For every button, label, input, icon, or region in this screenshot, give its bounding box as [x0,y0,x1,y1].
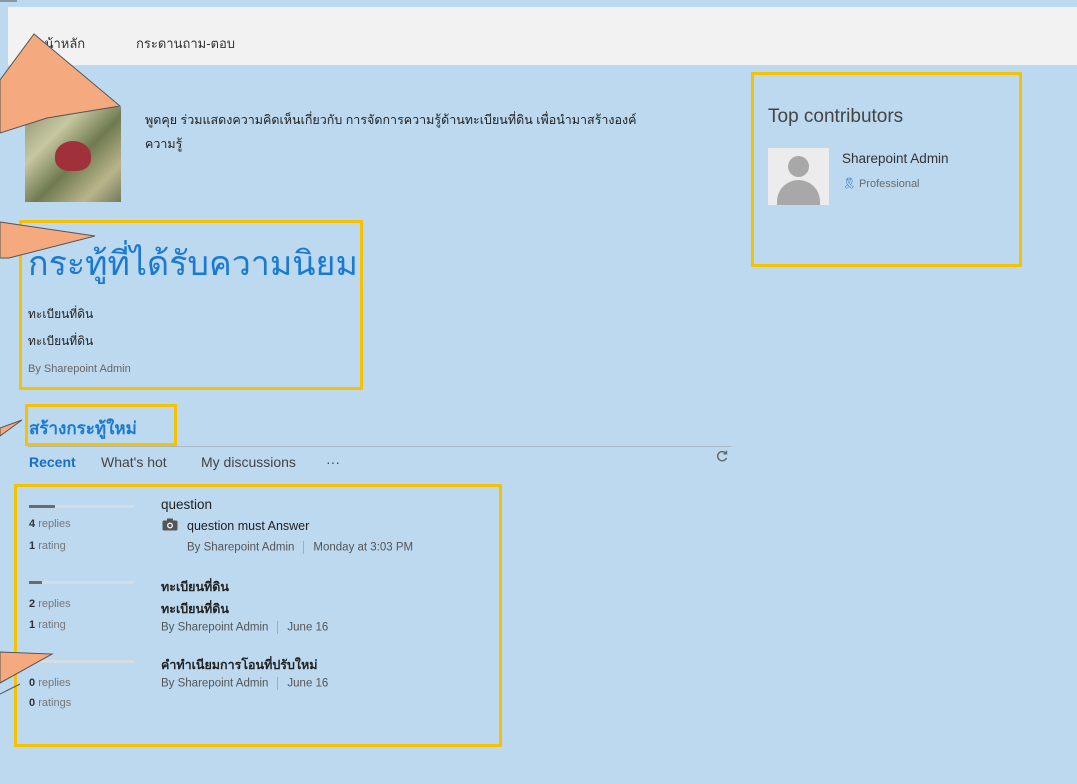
new-discussion-link[interactable]: สร้างกระทู้ใหม่ [29,415,137,442]
reply-count-number: 4 [29,518,36,530]
activity-bar-fill [29,505,55,508]
popular-post-byline: By Sharepoint Admin [28,363,131,375]
discussion-title[interactable]: คำทำเนียมการโอนที่ปรับใหม่ [161,655,318,675]
discussion-date: Monday at 3:03 PM [313,541,414,554]
rating-count-label: ratings [38,697,72,709]
activity-bar-fill [29,581,42,584]
discussion-title[interactable]: question [161,497,212,512]
reply-count: 2 replies [29,598,71,610]
tab-my-discussions[interactable]: My discussions [201,454,296,470]
rating-count-label: rating [38,619,66,631]
site-image [25,107,121,202]
site-description-line-1: พูดคุย ร่วมแสดงความคิดเห็นเกี่ยวกับ การจ… [145,113,637,127]
discussion-body: question must Answer [187,519,310,533]
discussion-meta: By Sharepoint Admin Monday at 3:03 PM [187,541,413,554]
rating-count-number: 1 [29,540,36,552]
activity-bar-fill [29,660,33,663]
discussion-title[interactable]: ทะเบียนที่ดิน [161,577,229,597]
contributor-badge-label: Professional [858,178,920,190]
site-description: พูดคุย ร่วมแสดงความคิดเห็นเกี่ยวกับ การจ… [145,108,735,156]
discussion-meta: By Sharepoint Admin June 16 [161,621,328,634]
refresh-icon[interactable] [715,449,729,463]
rating-count-label: rating [38,540,66,552]
avatar[interactable] [768,148,829,205]
reply-count-label: replies [38,598,71,610]
discussion-meta: By Sharepoint Admin June 16 [161,677,328,690]
nav-home-link[interactable]: หน้าหลัก [36,33,85,54]
discussion-body: ทะเบียนที่ดิน [161,602,229,616]
reply-count-number: 0 [29,677,36,689]
rating-count-number: 0 [29,697,36,709]
popular-post-title[interactable]: ทะเบียนที่ดิน [28,305,93,324]
discussion-date: June 16 [287,677,329,690]
rating-count: 1 rating [29,540,66,552]
meta-divider [303,541,305,554]
discussion-author[interactable]: By Sharepoint Admin [187,542,294,554]
reply-count: 0 replies [29,677,71,689]
callout-arrow-new-topic [0,419,23,437]
reply-count: 4 replies [29,518,71,530]
camera-icon [162,518,178,531]
reply-count-label: replies [38,518,71,530]
discussion-date: June 16 [287,621,329,634]
discussion-author[interactable]: By Sharepoint Admin [161,678,268,690]
activity-bar [29,581,134,584]
discussion-author[interactable]: By Sharepoint Admin [161,622,268,634]
tab-recent[interactable]: Recent [29,454,76,470]
tab-more[interactable]: ··· [326,454,340,470]
tab-whats-hot[interactable]: What's hot [101,454,167,470]
reply-count-label: replies [38,677,71,689]
rating-count: 0 ratings [29,697,71,709]
activity-bar [29,660,134,663]
top-contributors-title: Top contributors [768,106,904,127]
rating-count-number: 1 [29,619,36,631]
contributor-name[interactable]: Sharepoint Admin [842,151,949,166]
popular-section-title: กระทู้ที่ได้รับความนิยม [28,245,358,283]
ribbon-icon: 🎗︎ [842,178,856,190]
nav-forum-link[interactable]: กระดานถาม-ตอบ [136,33,235,54]
meta-divider [277,621,279,634]
reply-count-number: 2 [29,598,36,610]
top-navigation-bar: หน้าหลัก กระดานถาม-ตอบ [8,7,1077,65]
site-description-line-2: ความรู้ [145,137,183,151]
popular-post-body: ทะเบียนที่ดิน [28,334,94,348]
discussion-separator [28,446,731,447]
activity-bar [29,505,134,508]
meta-divider [277,677,279,690]
rating-count: 1 rating [29,619,66,631]
contributor-badge: 🎗︎ Professional [842,177,920,190]
